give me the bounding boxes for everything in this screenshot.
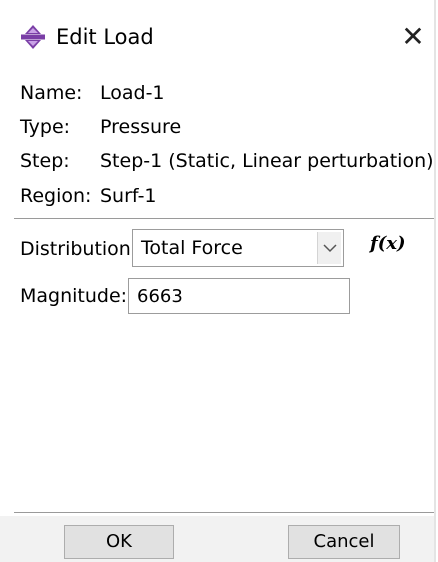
distribution-label: Distribution: (20, 238, 138, 260)
name-label: Name: (20, 82, 83, 104)
distribution-value: Total Force (141, 237, 243, 259)
close-button[interactable]: ✕ (396, 22, 430, 52)
type-value: Pressure (100, 116, 182, 138)
type-label: Type: (20, 116, 71, 138)
step-value: Step-1 (Static, Linear perturbation) (100, 150, 434, 172)
ok-button[interactable]: OK (64, 525, 174, 559)
step-label: Step: (20, 150, 70, 172)
move-arrows-icon (20, 24, 46, 50)
distribution-select[interactable]: Total Force (132, 229, 344, 267)
dropdown-button[interactable] (317, 232, 341, 264)
name-value: Load-1 (100, 82, 165, 104)
chevron-down-icon (323, 244, 337, 253)
section-divider (14, 218, 434, 219)
magnitude-input[interactable] (128, 278, 350, 314)
region-label: Region: (20, 185, 92, 207)
function-button[interactable]: f(x) (370, 232, 406, 256)
region-value: Surf-1 (100, 185, 157, 207)
edit-load-dialog: Edit Load ✕ Name: Load-1 Type: Pressure … (0, 0, 438, 562)
window-border (434, 0, 436, 562)
cancel-button[interactable]: Cancel (288, 525, 400, 559)
bottom-divider (14, 512, 434, 513)
title-bar[interactable]: Edit Load ✕ (0, 0, 434, 76)
window-title: Edit Load (56, 25, 154, 49)
magnitude-label: Magnitude: (20, 285, 128, 307)
